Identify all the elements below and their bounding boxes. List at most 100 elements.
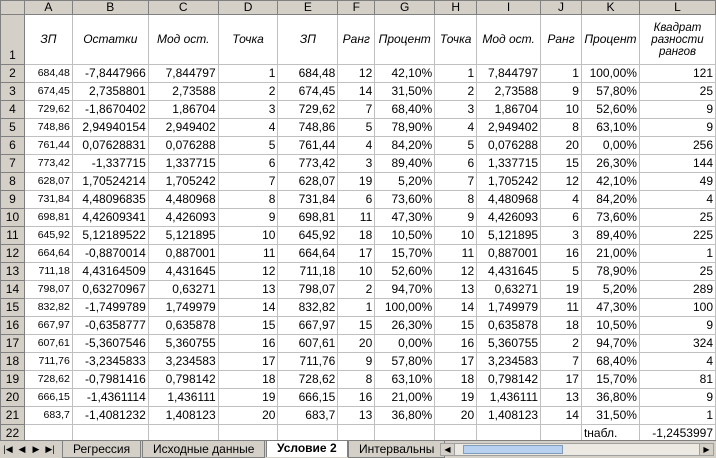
data-cell[interactable]: 289 xyxy=(638,280,716,299)
data-cell[interactable]: 3 xyxy=(337,154,376,173)
data-cell[interactable]: 19 xyxy=(540,280,582,299)
data-cell[interactable]: 2,73588 xyxy=(476,82,542,101)
row-header[interactable]: 19 xyxy=(0,370,25,389)
data-cell[interactable]: 3,234583 xyxy=(147,352,219,371)
column-header[interactable]: H xyxy=(434,0,478,15)
data-cell[interactable]: 19 xyxy=(434,388,478,407)
data-cell[interactable]: 2,7358801 xyxy=(71,82,149,101)
data-cell[interactable]: 9 xyxy=(434,208,478,227)
data-cell[interactable]: 10 xyxy=(217,226,279,245)
data-cell[interactable]: 4,43164509 xyxy=(71,262,149,281)
sheet-tab-regression[interactable]: Регрессия xyxy=(62,441,142,458)
data-cell[interactable] xyxy=(540,424,582,440)
data-cell[interactable]: 729,62 xyxy=(23,100,73,119)
data-cell[interactable]: 225 xyxy=(638,226,716,245)
data-cell[interactable]: 5 xyxy=(434,136,478,155)
data-cell[interactable]: 2 xyxy=(337,280,376,299)
data-cell[interactable]: 2 xyxy=(434,82,478,101)
data-cell[interactable]: 47,30% xyxy=(580,298,640,317)
data-cell[interactable]: 16 xyxy=(540,244,582,263)
data-cell[interactable]: 607,61 xyxy=(23,334,73,353)
row-header[interactable]: 7 xyxy=(0,154,25,173)
data-cell[interactable]: 4 xyxy=(337,136,376,155)
data-cell[interactable]: 5 xyxy=(217,136,279,155)
sheet-tab-source-data[interactable]: Исходные данные xyxy=(142,441,266,458)
data-cell[interactable]: 698,81 xyxy=(23,208,73,227)
data-cell[interactable]: 16 xyxy=(217,334,279,353)
column-header[interactable]: C xyxy=(147,0,219,15)
data-cell[interactable]: 666,15 xyxy=(277,388,339,407)
data-cell[interactable]: 1 xyxy=(540,64,582,83)
data-cell[interactable]: 121 xyxy=(638,64,716,83)
row-header[interactable]: 18 xyxy=(0,352,25,371)
data-cell[interactable]: 664,64 xyxy=(277,244,339,263)
row-header[interactable]: 21 xyxy=(0,406,25,425)
data-cell[interactable]: 17 xyxy=(434,352,478,371)
last-sheet-icon[interactable]: ▶| xyxy=(44,443,56,455)
data-cell[interactable]: -3,2345833 xyxy=(71,352,149,371)
data-cell[interactable]: 2,73588 xyxy=(147,82,219,101)
data-cell[interactable]: 15 xyxy=(337,316,376,335)
next-sheet-icon[interactable]: ▶ xyxy=(30,443,42,455)
data-cell[interactable]: 674,45 xyxy=(277,82,339,101)
data-cell[interactable]: 5,20% xyxy=(580,280,640,299)
data-cell[interactable]: 15,70% xyxy=(374,244,436,263)
sheet-tab-interval[interactable]: Интервальны xyxy=(348,441,446,458)
data-cell[interactable]: 8 xyxy=(434,190,478,209)
data-cell[interactable]: 42,10% xyxy=(580,172,640,191)
data-cell[interactable]: 667,97 xyxy=(23,316,73,335)
data-cell[interactable]: 78,90% xyxy=(374,118,436,137)
column-header[interactable]: F xyxy=(337,0,376,15)
header-cell[interactable]: Мод ост. xyxy=(147,14,219,65)
data-cell[interactable]: 9 xyxy=(337,352,376,371)
header-cell[interactable]: Процент xyxy=(580,14,640,65)
data-cell[interactable]: 15 xyxy=(540,154,582,173)
data-cell[interactable]: 2,949402 xyxy=(147,118,219,137)
data-cell[interactable]: 63,10% xyxy=(580,118,640,137)
data-cell[interactable]: 11 xyxy=(337,208,376,227)
data-cell[interactable] xyxy=(434,424,478,440)
data-cell[interactable]: 4 xyxy=(434,118,478,137)
data-cell[interactable] xyxy=(476,424,542,440)
data-cell[interactable]: 1,408123 xyxy=(476,406,542,425)
data-cell[interactable]: 0,00% xyxy=(374,334,436,353)
row-header[interactable]: 11 xyxy=(0,226,25,245)
row-header[interactable]: 1 xyxy=(0,14,25,65)
data-cell[interactable]: 711,18 xyxy=(277,262,339,281)
data-cell[interactable]: 5,12189522 xyxy=(71,226,149,245)
data-cell[interactable]: 73,60% xyxy=(580,208,640,227)
header-cell[interactable]: Квадрат разности рангов xyxy=(638,14,716,65)
data-cell[interactable]: 10 xyxy=(434,226,478,245)
column-header[interactable]: D xyxy=(217,0,279,15)
data-cell[interactable]: 12 xyxy=(434,262,478,281)
data-cell[interactable]: 20 xyxy=(540,136,582,155)
data-cell[interactable]: 3 xyxy=(217,100,279,119)
data-cell[interactable] xyxy=(147,424,219,440)
data-cell[interactable]: 14 xyxy=(337,82,376,101)
row-header[interactable]: 2 xyxy=(0,64,25,83)
column-header[interactable]: L xyxy=(638,0,716,15)
data-cell[interactable]: 1,705242 xyxy=(147,172,219,191)
data-cell[interactable]: 52,60% xyxy=(580,100,640,119)
data-cell[interactable]: 6 xyxy=(217,154,279,173)
data-cell[interactable] xyxy=(277,424,339,440)
data-cell[interactable]: 9 xyxy=(638,100,716,119)
data-cell[interactable]: 5,121895 xyxy=(476,226,542,245)
column-header[interactable]: G xyxy=(374,0,436,15)
data-cell[interactable]: 12 xyxy=(217,262,279,281)
data-cell[interactable]: 3 xyxy=(434,100,478,119)
data-cell[interactable]: 666,15 xyxy=(23,388,73,407)
data-cell[interactable]: 21,00% xyxy=(580,244,640,263)
data-cell[interactable]: 13 xyxy=(217,280,279,299)
data-cell[interactable]: 12 xyxy=(337,64,376,83)
data-cell[interactable]: 21,00% xyxy=(374,388,436,407)
data-cell[interactable]: 57,80% xyxy=(580,82,640,101)
data-cell[interactable]: 3,234583 xyxy=(476,352,542,371)
data-cell[interactable]: 15 xyxy=(434,316,478,335)
data-cell[interactable]: 4,426093 xyxy=(476,208,542,227)
data-cell[interactable]: 14 xyxy=(217,298,279,317)
row-header[interactable]: 6 xyxy=(0,136,25,155)
data-cell[interactable]: 1,70524214 xyxy=(71,172,149,191)
data-cell[interactable]: 0,635878 xyxy=(476,316,542,335)
data-cell[interactable]: 645,92 xyxy=(277,226,339,245)
